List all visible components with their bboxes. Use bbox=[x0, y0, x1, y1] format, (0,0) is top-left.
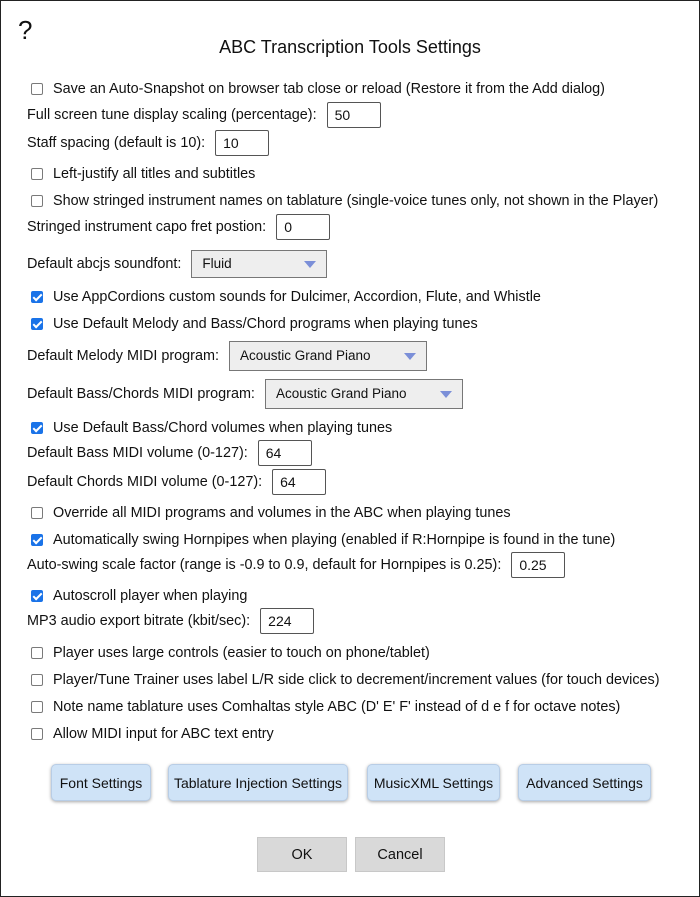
melody-program-selected-value: Acoustic Grand Piano bbox=[239, 348, 371, 363]
default-programs-row: Use Default Melody and Bass/Chord progra… bbox=[27, 315, 478, 333]
appcordions-row: Use AppCordions custom sounds for Dulcim… bbox=[27, 288, 541, 306]
staff-spacing-input[interactable] bbox=[215, 130, 270, 156]
auto-snapshot-checkbox[interactable] bbox=[31, 83, 43, 95]
autoscroll-label: Autoscroll player when playing bbox=[53, 588, 248, 604]
midi-input-label: Allow MIDI input for ABC text entry bbox=[53, 726, 274, 742]
capo-fret-row: Stringed instrument capo fret postion: bbox=[27, 214, 331, 240]
chevron-down-icon bbox=[439, 390, 452, 398]
swing-factor-row: Auto-swing scale factor (range is -0.9 t… bbox=[27, 552, 566, 578]
capo-fret-label: Stringed instrument capo fret postion: bbox=[27, 219, 267, 235]
large-controls-row: Player uses large controls (easier to to… bbox=[27, 644, 430, 662]
override-midi-checkbox[interactable] bbox=[31, 507, 43, 519]
midi-input-row: Allow MIDI input for ABC text entry bbox=[27, 725, 274, 743]
default-volumes-checkbox[interactable] bbox=[31, 422, 43, 434]
auto-snapshot-label: Save an Auto-Snapshot on browser tab clo… bbox=[53, 81, 605, 97]
left-justify-row: Left-justify all titles and subtitles bbox=[27, 165, 255, 183]
bass-program-row: Default Bass/Chords MIDI program: Acoust… bbox=[27, 379, 463, 409]
auto-snapshot-row: Save an Auto-Snapshot on browser tab clo… bbox=[27, 80, 605, 98]
staff-spacing-row: Staff spacing (default is 10): bbox=[27, 130, 270, 156]
bass-volume-label: Default Bass MIDI volume (0-127): bbox=[27, 445, 248, 461]
fullscreen-scaling-input[interactable] bbox=[326, 102, 381, 128]
stringed-names-checkbox[interactable] bbox=[31, 195, 43, 207]
chevron-down-icon bbox=[403, 352, 416, 360]
tablature-injection-settings-button[interactable]: Tablature Injection Settings bbox=[168, 764, 348, 801]
default-volumes-label: Use Default Bass/Chord volumes when play… bbox=[53, 420, 393, 436]
soundfont-selected-value: Fluid bbox=[202, 256, 232, 271]
lr-click-checkbox[interactable] bbox=[31, 674, 43, 686]
mp3-bitrate-label: MP3 audio export bitrate (kbit/sec): bbox=[27, 613, 251, 629]
melody-program-select[interactable]: Acoustic Grand Piano bbox=[228, 341, 427, 371]
bass-volume-row: Default Bass MIDI volume (0-127): bbox=[27, 440, 312, 466]
chords-volume-row: Default Chords MIDI volume (0-127): bbox=[27, 469, 327, 495]
left-justify-checkbox[interactable] bbox=[31, 168, 43, 180]
bass-volume-input[interactable] bbox=[257, 440, 312, 466]
fullscreen-scaling-label: Full screen tune display scaling (percen… bbox=[27, 107, 317, 123]
dialog-title: ABC Transcription Tools Settings bbox=[219, 37, 481, 57]
autoscroll-row: Autoscroll player when playing bbox=[27, 587, 247, 605]
override-midi-label: Override all MIDI programs and volumes i… bbox=[53, 505, 511, 521]
auto-swing-label: Automatically swing Hornpipes when playi… bbox=[53, 532, 616, 548]
bass-program-select[interactable]: Acoustic Grand Piano bbox=[264, 379, 463, 409]
left-justify-label: Left-justify all titles and subtitles bbox=[53, 166, 256, 182]
default-programs-label: Use Default Melody and Bass/Chord progra… bbox=[53, 316, 478, 332]
midi-input-checkbox[interactable] bbox=[31, 728, 43, 740]
mp3-bitrate-input[interactable] bbox=[260, 608, 315, 634]
bass-program-label: Default Bass/Chords MIDI program: bbox=[27, 386, 255, 402]
melody-program-row: Default Melody MIDI program: Acoustic Gr… bbox=[27, 341, 427, 371]
default-volumes-row: Use Default Bass/Chord volumes when play… bbox=[27, 419, 392, 437]
mp3-bitrate-row: MP3 audio export bitrate (kbit/sec): bbox=[27, 608, 315, 634]
soundfont-select[interactable]: Fluid bbox=[191, 250, 328, 278]
stringed-names-row: Show stringed instrument names on tablat… bbox=[27, 192, 658, 210]
melody-program-label: Default Melody MIDI program: bbox=[27, 348, 219, 364]
swing-factor-input[interactable] bbox=[511, 552, 566, 578]
bass-program-selected-value: Acoustic Grand Piano bbox=[275, 386, 407, 401]
lr-click-label: Player/Tune Trainer uses label L/R side … bbox=[53, 672, 660, 688]
large-controls-checkbox[interactable] bbox=[31, 647, 43, 659]
lr-click-row: Player/Tune Trainer uses label L/R side … bbox=[27, 671, 660, 689]
auto-swing-row: Automatically swing Hornpipes when playi… bbox=[27, 531, 615, 549]
comhaltas-row: Note name tablature uses Comhaltas style… bbox=[27, 698, 620, 716]
chords-volume-input[interactable] bbox=[272, 469, 327, 495]
soundfont-label: Default abcjs soundfont: bbox=[27, 256, 182, 272]
chords-volume-label: Default Chords MIDI volume (0-127): bbox=[27, 474, 263, 490]
font-settings-button[interactable]: Font Settings bbox=[51, 764, 151, 801]
soundfont-row: Default abcjs soundfont: Fluid bbox=[27, 250, 328, 278]
stringed-names-label: Show stringed instrument names on tablat… bbox=[53, 193, 659, 209]
comhaltas-checkbox[interactable] bbox=[31, 701, 43, 713]
appcordions-checkbox[interactable] bbox=[31, 291, 43, 303]
appcordions-label: Use AppCordions custom sounds for Dulcim… bbox=[53, 289, 541, 305]
musicxml-settings-button[interactable]: MusicXML Settings bbox=[367, 764, 500, 801]
chevron-down-icon bbox=[304, 260, 317, 268]
cancel-button[interactable]: Cancel bbox=[355, 837, 445, 872]
ok-button[interactable]: OK bbox=[257, 837, 347, 872]
auto-swing-checkbox[interactable] bbox=[31, 534, 43, 546]
default-programs-checkbox[interactable] bbox=[31, 318, 43, 330]
override-midi-row: Override all MIDI programs and volumes i… bbox=[27, 504, 511, 522]
autoscroll-checkbox[interactable] bbox=[31, 590, 43, 602]
swing-factor-label: Auto-swing scale factor (range is -0.9 t… bbox=[27, 557, 502, 573]
staff-spacing-label: Staff spacing (default is 10): bbox=[27, 135, 206, 151]
capo-fret-input[interactable] bbox=[276, 214, 331, 240]
large-controls-label: Player uses large controls (easier to to… bbox=[53, 645, 430, 661]
comhaltas-label: Note name tablature uses Comhaltas style… bbox=[53, 699, 621, 715]
advanced-settings-button[interactable]: Advanced Settings bbox=[518, 764, 651, 801]
fullscreen-scaling-row: Full screen tune display scaling (percen… bbox=[27, 102, 381, 128]
settings-dialog: ? ABC Transcription Tools Settings Save … bbox=[0, 0, 700, 897]
